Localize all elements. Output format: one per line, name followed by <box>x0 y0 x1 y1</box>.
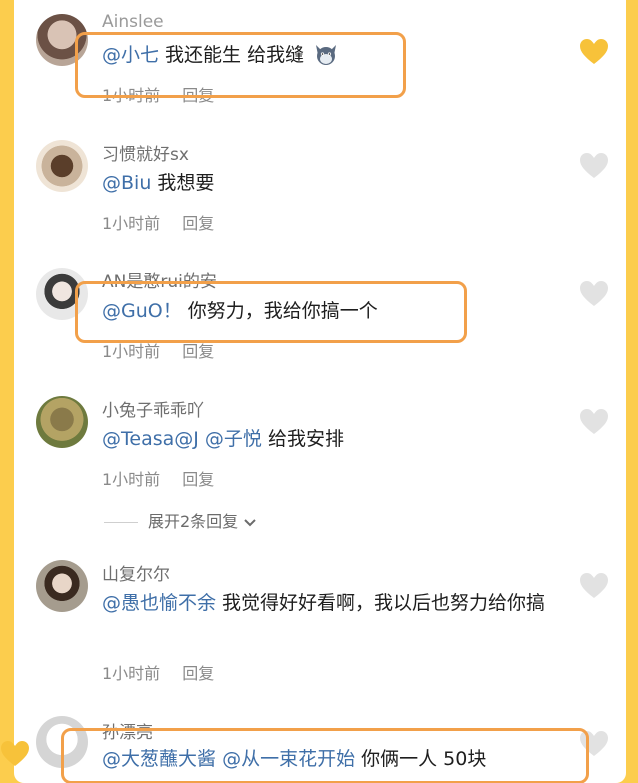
reply-button[interactable]: 回复 <box>182 664 214 683</box>
avatar[interactable] <box>36 396 88 448</box>
like-heart-icon[interactable] <box>579 730 609 758</box>
reply-button[interactable]: 回复 <box>182 342 214 361</box>
comment-text: @GuO！ 你努力，我给你搞一个 <box>102 300 378 322</box>
avatar[interactable] <box>36 14 88 66</box>
comment-time: 1小时前 <box>102 214 161 233</box>
comment-time: 1小时前 <box>102 470 161 489</box>
comment-panel: Ainslee @小七 我还能生 给我缝 1小时前 回复 习惯就好sx @Biu… <box>14 0 626 783</box>
comment-username[interactable]: 孙漂亮 <box>102 718 153 743</box>
mention-link[interactable]: @子悦 <box>205 428 262 450</box>
cat-face-icon <box>316 45 337 65</box>
comment-time: 1小时前 <box>102 342 161 361</box>
comment-time: 1小时前 <box>102 664 161 683</box>
like-heart-icon[interactable] <box>579 572 609 600</box>
chevron-down-icon <box>244 518 256 526</box>
mention-link[interactable]: @Biu <box>102 172 151 194</box>
comment-text: @小七 我还能生 给我缝 <box>102 38 572 72</box>
comment-username[interactable]: 山复尔尔 <box>102 560 170 585</box>
comment-username[interactable]: 小兔子乖乖吖 <box>102 396 204 421</box>
avatar[interactable] <box>36 716 88 768</box>
reply-button[interactable]: 回复 <box>182 470 214 489</box>
mention-link[interactable]: @从一束花开始 <box>222 748 355 770</box>
comment-username[interactable]: 习惯就好sx <box>102 140 189 165</box>
mention-link[interactable]: @大葱蘸大酱 <box>102 748 216 770</box>
like-heart-icon[interactable] <box>579 152 609 180</box>
comment-meta: 1小时前 回复 <box>102 210 214 234</box>
comment-text: @愚也愉不余 我觉得好好看啊，我以后也努力给你搞 <box>102 592 546 614</box>
comment-meta: 1小时前 回复 <box>102 82 214 106</box>
avatar[interactable] <box>36 560 88 612</box>
reply-button[interactable]: 回复 <box>182 214 214 233</box>
like-heart-icon[interactable] <box>579 38 609 66</box>
comment-username[interactable]: AN是憨rui的安 <box>102 267 217 292</box>
comment-username[interactable]: Ainslee <box>102 12 164 32</box>
avatar[interactable] <box>36 268 88 320</box>
comment-text: @Biu 我想要 <box>102 172 215 194</box>
comment-text: @Teasa@J @子悦 给我安排 <box>102 428 344 450</box>
expand-replies-button[interactable]: 展开2条回复 <box>104 508 257 532</box>
comment-time: 1小时前 <box>102 86 161 105</box>
mention-link[interactable]: @GuO！ <box>102 300 182 322</box>
reply-button[interactable]: 回复 <box>182 86 214 105</box>
mention-link[interactable]: @小七 <box>102 44 159 66</box>
like-heart-icon[interactable] <box>0 740 30 768</box>
comment-meta: 1小时前 回复 <box>102 338 214 362</box>
comment-text: @大葱蘸大酱 @从一束花开始 你俩一人 50块 <box>102 748 487 770</box>
comment-meta: 1小时前 回复 <box>102 660 214 684</box>
like-heart-icon[interactable] <box>579 280 609 308</box>
mention-link[interactable]: @Teasa@J <box>102 428 199 450</box>
divider <box>104 522 138 523</box>
mention-link[interactable]: @愚也愉不余 <box>102 592 216 614</box>
comment-meta: 1小时前 回复 <box>102 466 214 490</box>
like-heart-icon[interactable] <box>579 408 609 436</box>
avatar[interactable] <box>36 140 88 192</box>
